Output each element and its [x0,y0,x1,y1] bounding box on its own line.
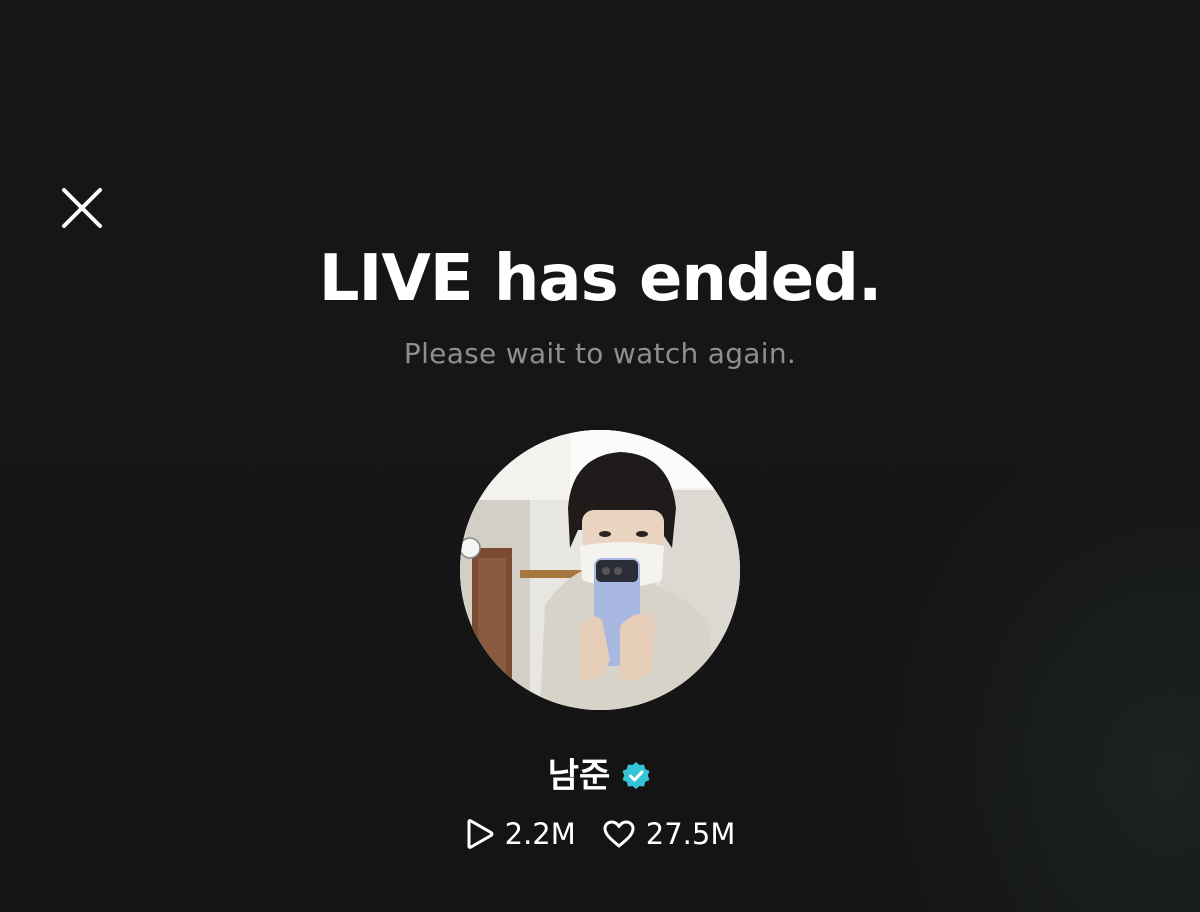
close-icon [62,188,102,228]
heart-icon [603,820,635,848]
play-icon [467,819,494,849]
play-count-stat: 2.2M [465,812,576,856]
page-subtitle: Please wait to watch again. [403,337,797,370]
play-count: 2.2M [504,817,576,851]
page-title: LIVE has ended. [318,242,883,316]
verified-badge-icon [622,762,650,789]
stats-row: 2.2M 27.5M [0,812,1200,856]
like-count: 27.5M [645,817,736,851]
avatar[interactable] [460,430,740,710]
profile-name: 남준 [547,756,611,796]
live-ended-screen: LIVE has ended. Please wait to watch aga… [0,0,1200,912]
profile-name-row[interactable]: 남준 [0,752,1200,800]
profile-photo [460,430,740,710]
like-count-stat: 27.5M [602,812,736,856]
close-button[interactable] [56,182,108,234]
